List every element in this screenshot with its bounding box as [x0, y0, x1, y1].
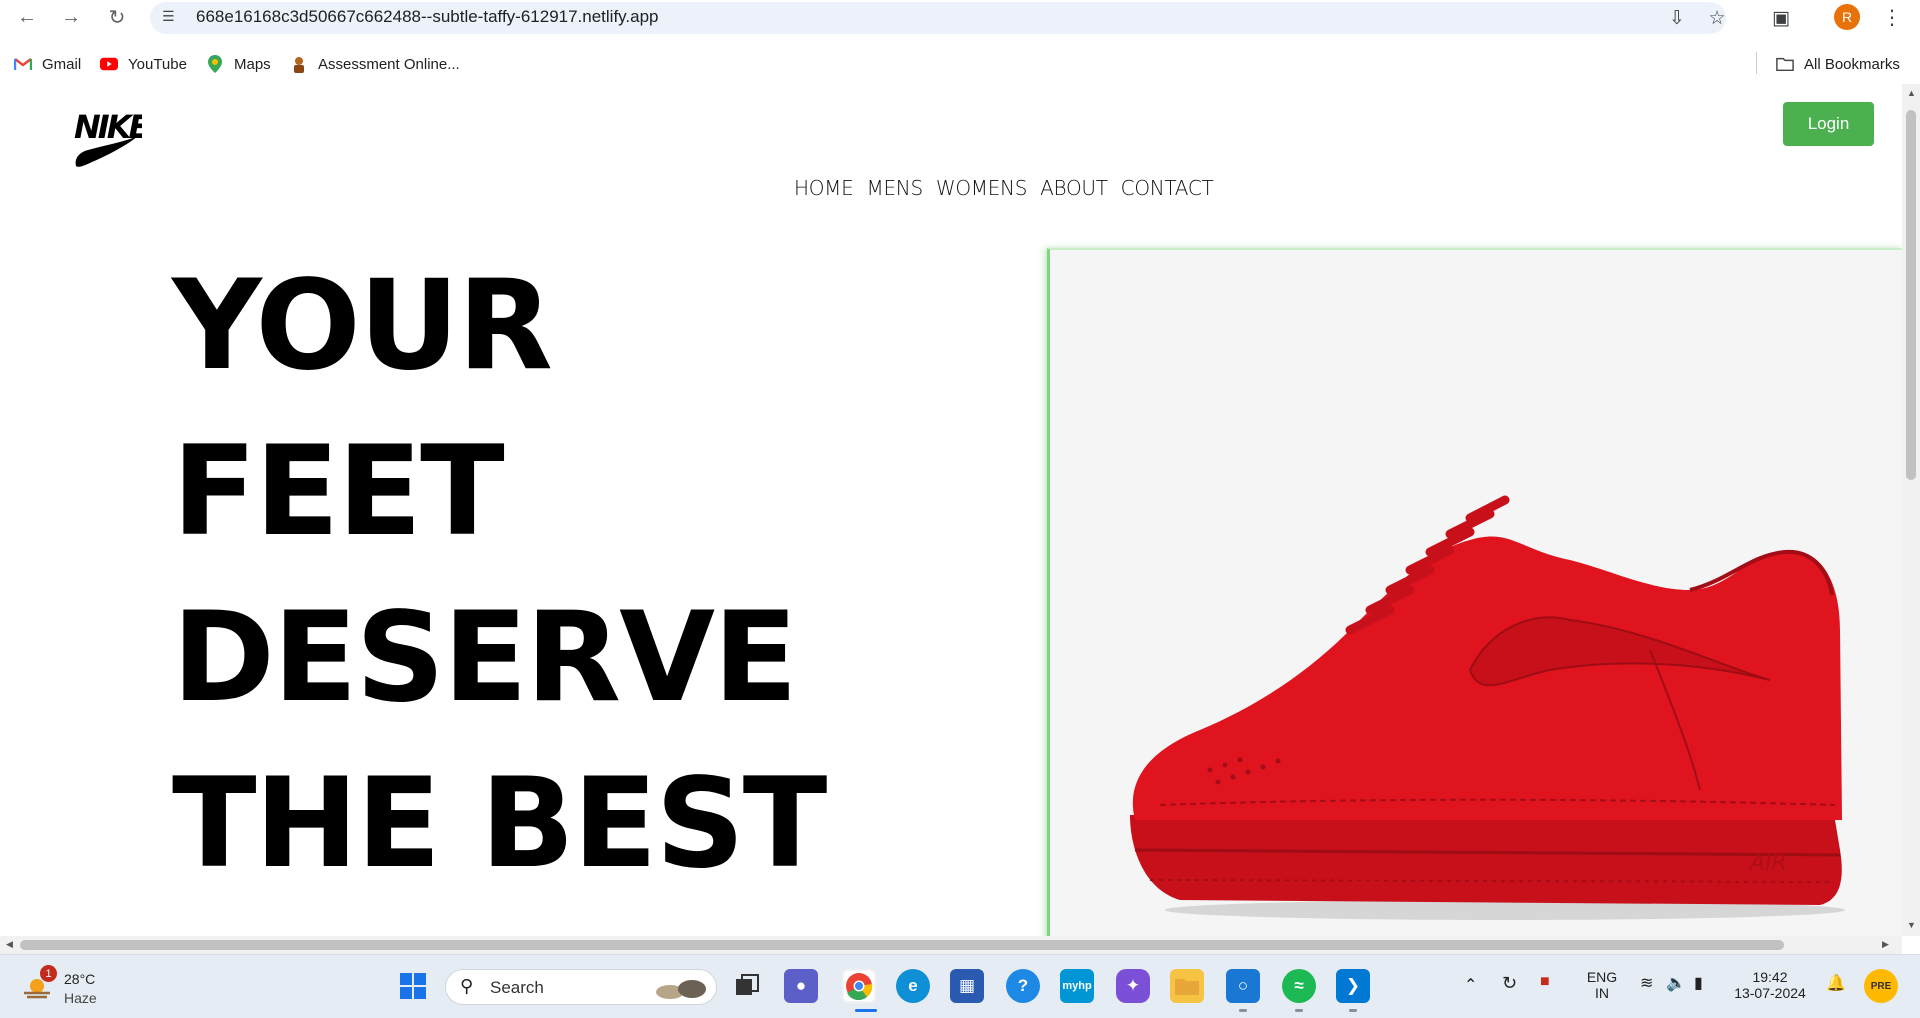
scroll-right-arrow-icon[interactable]: ▶ — [1882, 939, 1889, 950]
search-highlight-icon — [652, 976, 710, 1000]
gmail-icon — [14, 55, 32, 73]
sync-icon[interactable]: ↻ — [1502, 973, 1517, 994]
scroll-up-arrow-icon[interactable]: ▲ — [1907, 88, 1916, 98]
vertical-scroll-thumb[interactable] — [1906, 110, 1916, 480]
reload-icon[interactable]: ↻ — [104, 4, 130, 30]
scroll-left-arrow-icon[interactable]: ◀ — [6, 939, 13, 950]
language-indicator[interactable]: ENG IN — [1582, 969, 1622, 1001]
tray-overflow-chevron-icon[interactable]: ⌃ — [1464, 975, 1477, 995]
bookmark-gmail[interactable]: Gmail — [14, 52, 81, 76]
clock[interactable]: 19:42 13-07-2024 — [1730, 969, 1810, 1001]
language-line1: ENG — [1586, 969, 1618, 985]
main-nav: HOME MENS WOMENS ABOUT CONTACT — [794, 176, 1214, 200]
browser-menu-icon[interactable]: ⋮ — [1880, 4, 1904, 30]
battery-icon[interactable]: ▮ — [1694, 973, 1703, 993]
assessment-icon — [290, 55, 308, 73]
notifications-bell-icon[interactable]: 🔔 — [1826, 973, 1846, 993]
file-explorer-icon[interactable] — [1170, 969, 1204, 1003]
site-info-icon[interactable]: ☰ — [162, 8, 182, 28]
weather-badge: 1 — [40, 965, 57, 982]
windows-start-icon[interactable] — [396, 969, 430, 1003]
profile-avatar[interactable]: R — [1834, 4, 1860, 30]
install-app-icon[interactable]: ⇩ — [1664, 5, 1690, 31]
edge-icon[interactable]: e — [896, 969, 930, 1003]
all-bookmarks-label: All Bookmarks — [1804, 55, 1900, 73]
bookmark-youtube[interactable]: YouTube — [100, 52, 187, 76]
bookmark-assessment[interactable]: Assessment Online... — [290, 52, 460, 76]
svg-text:AIR: AIR — [1748, 851, 1787, 876]
red-sneaker-image: AIR — [1130, 495, 1845, 920]
chrome-icon[interactable] — [842, 969, 876, 1003]
taskbar-search[interactable]: ⚲ Search — [445, 969, 717, 1005]
nav-about[interactable]: ABOUT — [1040, 176, 1108, 200]
vscode-running-indicator — [1349, 1009, 1357, 1012]
extensions-icon[interactable]: ▣ — [1768, 5, 1794, 31]
forward-arrow-icon[interactable]: → — [58, 4, 84, 30]
hero-line-3: DESERVE — [172, 586, 798, 730]
page-viewport: NIKE Login HOME MENS WOMENS ABOUT CONTAC… — [0, 84, 1902, 936]
hero-line-1: YOUR — [172, 254, 553, 398]
teams-icon[interactable]: ● — [784, 969, 818, 1003]
language-line2: IN — [1595, 985, 1609, 1001]
store-icon[interactable]: ▦ — [950, 969, 984, 1003]
scroll-down-arrow-icon[interactable]: ▼ — [1907, 920, 1916, 930]
youtube-icon — [100, 55, 118, 73]
hero-line-2: FEET — [172, 420, 505, 564]
login-button[interactable]: Login — [1783, 102, 1874, 146]
hero-line-4: THE BEST — [172, 752, 827, 896]
app-tray-icon[interactable]: ■ — [1540, 973, 1550, 991]
browser-toolbar: ← → ↻ ☰ 668e16168c3d50667c662488--subtle… — [0, 0, 1920, 34]
nav-contact[interactable]: CONTACT — [1121, 176, 1214, 200]
chrome-active-indicator — [855, 1009, 877, 1012]
clock-time: 19:42 — [1752, 969, 1788, 985]
spotify-icon[interactable]: ≈ — [1282, 969, 1316, 1003]
url-text[interactable]: 668e16168c3d50667c662488--subtle-taffy-6… — [196, 7, 659, 27]
nav-mens[interactable]: MENS — [866, 176, 923, 200]
taskbar-search-label: Search — [490, 978, 544, 997]
nav-womens[interactable]: WOMENS — [936, 176, 1028, 200]
weather-desc: Haze — [64, 990, 97, 1006]
bookmark-label: Gmail — [42, 55, 82, 73]
bookmark-label: YouTube — [128, 55, 187, 73]
horizontal-scrollbar[interactable]: ◀ ▶ — [0, 936, 1902, 954]
volume-icon[interactable]: 🔈 — [1666, 973, 1686, 993]
help-icon[interactable]: ? — [1006, 969, 1040, 1003]
maps-icon — [206, 55, 224, 73]
bookmark-label: Maps — [234, 55, 271, 73]
horizontal-scroll-thumb[interactable] — [20, 940, 1784, 950]
copilot-pre-icon[interactable]: PRE — [1864, 969, 1898, 1003]
bookmark-star-icon[interactable]: ☆ — [1704, 5, 1730, 31]
copilot-icon[interactable]: ✦ — [1116, 969, 1150, 1003]
bookmarks-divider — [1756, 52, 1757, 74]
task-view-icon[interactable] — [730, 969, 764, 1003]
spotify-running-indicator — [1295, 1009, 1303, 1012]
windows-taskbar: 1 28°C Haze ⚲ Search ● e ▦ ? myhp ✦ ○ ≈ … — [0, 954, 1920, 1018]
wifi-icon[interactable]: ≋ — [1640, 973, 1653, 993]
vscode-icon[interactable]: ❯ — [1336, 969, 1370, 1003]
hero-image: AIR — [1047, 248, 1902, 936]
bookmarks-bar: Gmail YouTube Maps Assessment Online... … — [0, 44, 1920, 84]
folder-icon — [1776, 55, 1794, 73]
alexa-icon[interactable]: ○ — [1226, 969, 1260, 1003]
myhp-icon[interactable]: myhp — [1060, 969, 1094, 1003]
bookmark-maps[interactable]: Maps — [206, 52, 271, 76]
nav-home[interactable]: HOME — [794, 176, 854, 200]
back-arrow-icon[interactable]: ← — [14, 4, 40, 30]
bookmark-label: Assessment Online... — [318, 55, 460, 73]
nike-logo-icon[interactable]: NIKE — [72, 106, 153, 172]
alexa-running-indicator — [1239, 1009, 1247, 1012]
all-bookmarks[interactable]: All Bookmarks — [1776, 52, 1900, 76]
clock-date: 13-07-2024 — [1734, 985, 1806, 1001]
search-icon: ⚲ — [460, 976, 474, 996]
weather-temp: 28°C — [64, 971, 96, 987]
vertical-scrollbar[interactable]: ▲ ▼ — [1902, 84, 1920, 936]
